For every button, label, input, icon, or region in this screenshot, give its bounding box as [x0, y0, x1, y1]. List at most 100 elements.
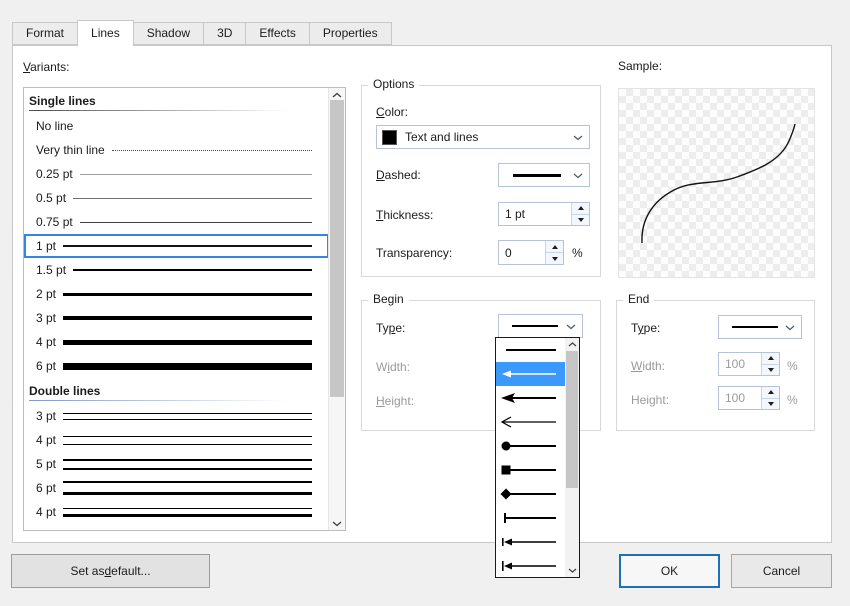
begin-type-select[interactable]	[498, 314, 583, 338]
tab-shadow[interactable]: Shadow	[133, 22, 204, 45]
line-preview	[63, 436, 312, 445]
end-group: End Type: Width: 100 % Height: 100	[616, 300, 815, 431]
variant-label: 2 pt	[36, 287, 56, 301]
variant-item[interactable]: 5 pt	[24, 452, 329, 476]
solid-line-sample	[513, 174, 561, 177]
end-height-spinner[interactable]: 100	[718, 386, 780, 410]
spin-up-button[interactable]	[572, 203, 589, 214]
variant-label: 6 pt	[36, 481, 56, 495]
spin-up-button[interactable]	[546, 241, 563, 252]
arrow-style-option-bar-start[interactable]	[496, 506, 565, 530]
options-group-title: Options	[368, 77, 419, 91]
scroll-down-icon[interactable]	[329, 517, 345, 530]
tab-effects[interactable]: Effects	[245, 22, 309, 45]
variant-label: 3 pt	[36, 311, 56, 325]
scrollbar-thumb[interactable]	[566, 351, 578, 488]
variants-label: Variants:	[23, 60, 69, 74]
end-type-select[interactable]	[718, 315, 802, 339]
scrollbar-thumb[interactable]	[330, 100, 344, 397]
spin-down-button[interactable]	[762, 398, 779, 410]
set-as-default-button[interactable]: Set as default...	[11, 554, 210, 588]
variant-item[interactable]: 4 pt	[24, 500, 329, 524]
variants-group-header: Single lines	[24, 88, 329, 114]
arrow-style-option-concave-arrow[interactable]	[496, 386, 565, 410]
tab-lines[interactable]: Lines	[77, 20, 134, 46]
spin-up-button[interactable]	[762, 353, 779, 364]
variant-item[interactable]: 0.25 pt	[24, 162, 329, 186]
variants-group-header: Double lines	[24, 378, 329, 404]
color-select[interactable]: Text and lines	[376, 125, 590, 149]
dashed-style-select[interactable]	[498, 163, 590, 187]
arrow-style-option-square-start[interactable]	[496, 458, 565, 482]
tab-format[interactable]: Format	[12, 22, 78, 45]
square-start-glyph	[498, 462, 564, 478]
spinner-buttons	[545, 241, 563, 264]
line-preview	[63, 508, 312, 517]
variant-item[interactable]: 3 pt	[24, 306, 329, 330]
end-width-label: Width:	[631, 359, 665, 373]
bar-arrow-tall-glyph	[498, 558, 564, 574]
line-preview	[63, 413, 312, 420]
plain-line-glyph	[498, 342, 564, 358]
line-preview	[63, 363, 312, 370]
bar-arrow-glyph	[498, 534, 564, 550]
variant-item[interactable]: 4 pt	[24, 330, 329, 354]
line-preview	[112, 150, 312, 151]
variant-item[interactable]: 0.75 pt	[24, 210, 329, 234]
arrow-style-option-arrow[interactable]	[496, 362, 565, 386]
open-arrow-glyph	[498, 414, 564, 430]
spin-down-button[interactable]	[572, 214, 589, 226]
transparency-spinner[interactable]: 0	[498, 240, 564, 265]
end-width-value: 100	[719, 357, 761, 371]
variant-label: 1.5 pt	[36, 263, 66, 277]
chevron-down-icon	[573, 130, 583, 144]
variant-item[interactable]: 6 pt	[24, 354, 329, 378]
variant-label: No line	[36, 119, 73, 133]
spin-down-button[interactable]	[546, 252, 563, 264]
begin-height-label: Height:	[376, 394, 414, 408]
arrow-style-option-bar-arrow[interactable]	[496, 530, 565, 554]
scroll-down-icon[interactable]	[565, 564, 579, 577]
variant-item[interactable]: 3 pt	[24, 404, 329, 428]
sample-label: Sample:	[618, 59, 662, 73]
thickness-spinner[interactable]: 1 pt	[498, 202, 590, 226]
transparency-unit: %	[572, 246, 583, 260]
variant-item[interactable]: 0.5 pt	[24, 186, 329, 210]
variant-label: Very thin line	[36, 143, 105, 157]
color-label: Color:	[376, 105, 408, 119]
variant-item[interactable]: 1.5 pt	[24, 258, 329, 282]
transparency-label: Transparency:	[376, 246, 452, 260]
arrow-glyph	[498, 366, 564, 382]
arrow-style-dropdown	[495, 337, 580, 578]
variant-item[interactable]: Very thin line	[24, 138, 329, 162]
variant-item[interactable]: 2 pt	[24, 282, 329, 306]
line-properties-dialog: Format Lines Shadow 3D Effects Propertie…	[0, 0, 850, 606]
arrow-style-sample	[732, 326, 778, 328]
variants-scrollbar[interactable]	[328, 88, 345, 530]
line-preview	[63, 340, 312, 345]
variant-item[interactable]: 4 pt	[24, 428, 329, 452]
variant-item[interactable]: 6 pt	[24, 476, 329, 500]
line-preview	[63, 293, 312, 296]
diamond-start-glyph	[498, 486, 564, 502]
variant-item[interactable]: No line	[24, 114, 329, 138]
dropdown-scrollbar[interactable]	[565, 338, 579, 577]
spin-down-button[interactable]	[762, 364, 779, 376]
options-group: Options Color: Text and lines Dashed: Th…	[361, 85, 601, 277]
end-height-unit: %	[787, 393, 798, 407]
color-select-value: Text and lines	[405, 130, 478, 144]
arrow-style-option-bar-arrow-tall[interactable]	[496, 554, 565, 578]
scroll-up-icon[interactable]	[565, 338, 579, 351]
tab-properties[interactable]: Properties	[309, 22, 392, 45]
arrow-style-option-diamond-start[interactable]	[496, 482, 565, 506]
cancel-button[interactable]: Cancel	[731, 554, 832, 588]
arrow-style-option-plain-line[interactable]	[496, 338, 565, 362]
tab-bar: Format Lines Shadow 3D Effects Propertie…	[12, 20, 392, 46]
end-width-spinner[interactable]: 100	[718, 352, 780, 376]
arrow-style-option-open-arrow[interactable]	[496, 410, 565, 434]
ok-button[interactable]: OK	[619, 554, 720, 588]
variant-item[interactable]: 1 pt	[24, 234, 329, 258]
arrow-style-option-circle-start[interactable]	[496, 434, 565, 458]
tab-3d[interactable]: 3D	[203, 22, 246, 45]
spin-up-button[interactable]	[762, 387, 779, 398]
